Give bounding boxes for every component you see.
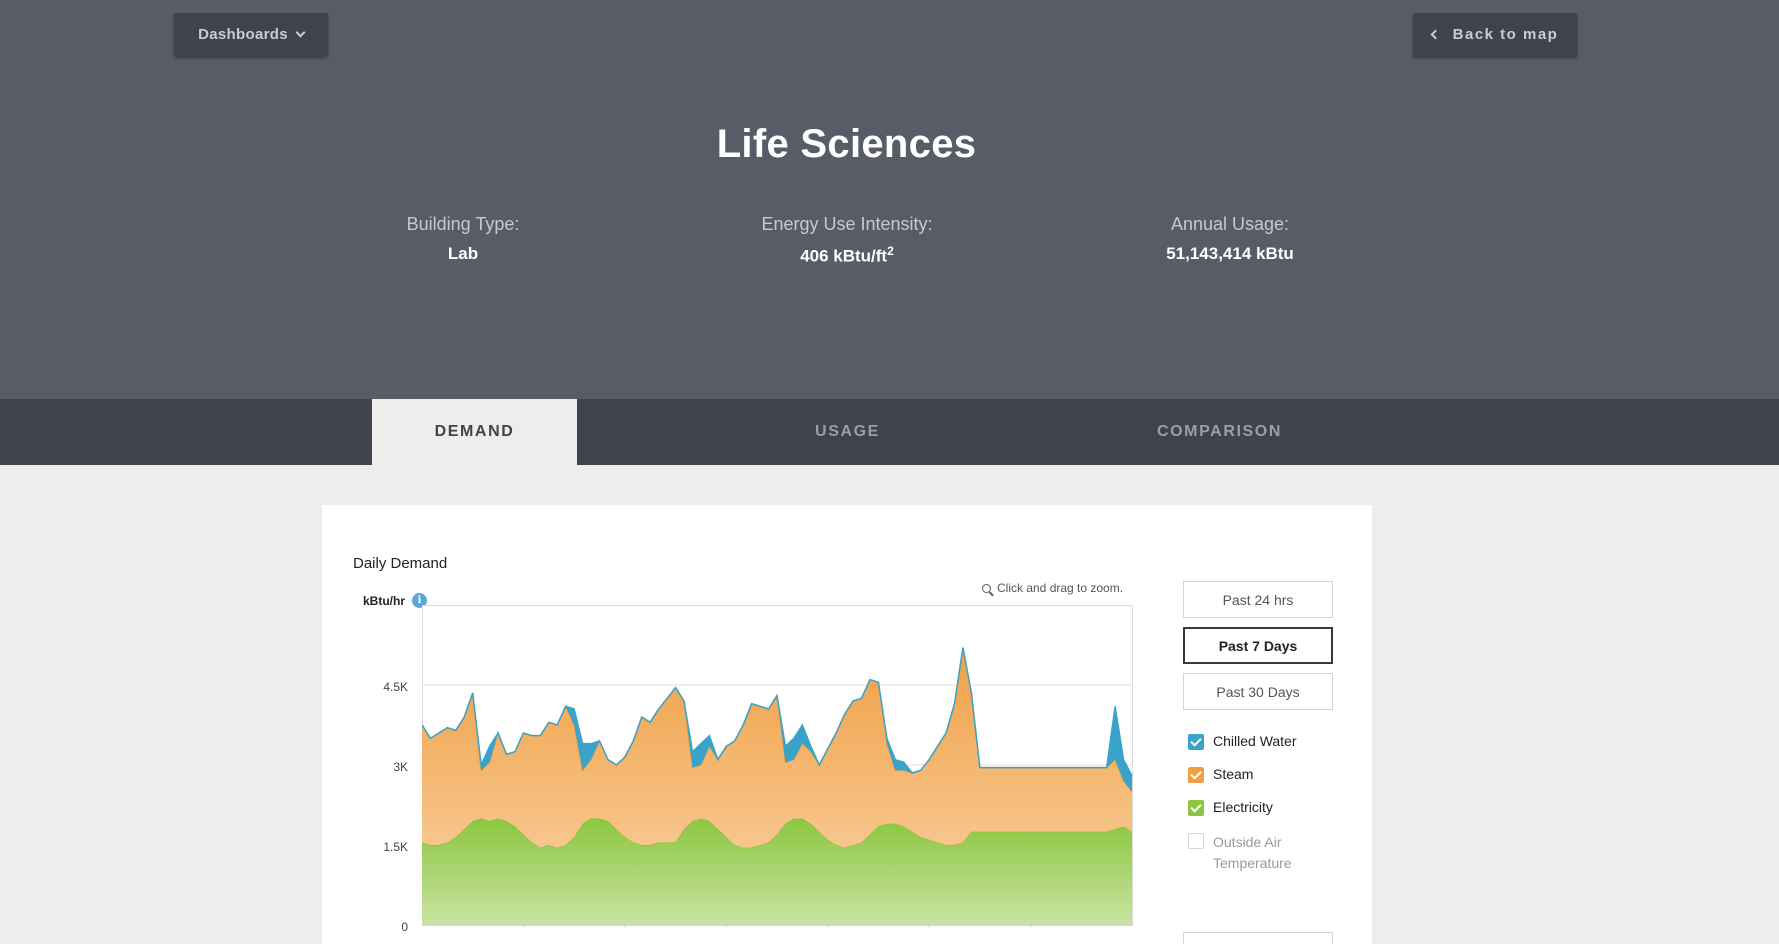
stat-annual-usage: Annual Usage: 51,143,414 kBtu	[1080, 214, 1380, 264]
back-to-map-button[interactable]: Back to map	[1413, 13, 1577, 56]
chevron-left-icon	[1430, 29, 1441, 40]
y-tick-label: 3K	[393, 760, 408, 774]
y-tick-label: 0	[401, 920, 408, 934]
range-past-30-days-button[interactable]: Past 30 Days	[1183, 673, 1333, 710]
building-title: Life Sciences	[716, 122, 977, 166]
stat-value: Lab	[447, 244, 479, 263]
range-past-7-days-button[interactable]: Past 7 Days	[1183, 627, 1333, 664]
legend-chilled-water[interactable]: Chilled Water	[1188, 733, 1297, 750]
outside-air-temperature-checkbox[interactable]	[1188, 833, 1204, 849]
legend-label: Electricity	[1213, 799, 1273, 815]
legend-label: Steam	[1213, 766, 1254, 782]
demand-card: Daily Demand Click and drag to zoom. kBt…	[322, 505, 1372, 944]
electricity-checkbox[interactable]	[1188, 800, 1204, 816]
zoom-icon	[982, 584, 991, 593]
chart-option-box[interactable]	[1183, 932, 1333, 944]
stat-value: 406 kBtu/ft2	[697, 244, 997, 267]
tab-usage[interactable]: USAGE	[745, 399, 950, 465]
dashboards-label: Dashboards	[198, 26, 288, 43]
stat-value: 51,143,414 kBtu	[1166, 244, 1294, 263]
stat-energy-use-intensity: Energy Use Intensity: 406 kBtu/ft2	[697, 214, 997, 267]
legend-label: Chilled Water	[1213, 733, 1297, 749]
chart-title: Daily Demand	[353, 555, 448, 572]
demand-chart[interactable]	[422, 605, 1133, 927]
steam-checkbox[interactable]	[1188, 767, 1204, 783]
y-tick-label: 1.5K	[383, 840, 408, 854]
legend-outside-air-temperature[interactable]: Outside Air Temperature	[1188, 832, 1338, 874]
dashboards-dropdown-button[interactable]: Dashboards	[174, 13, 328, 56]
stat-label: Building Type:	[406, 214, 520, 234]
y-tick-label: 4.5K	[383, 680, 408, 694]
zoom-hint: Click and drag to zoom.	[982, 581, 1123, 595]
legend-electricity[interactable]: Electricity	[1188, 799, 1273, 816]
back-to-map-label: Back to map	[1452, 26, 1559, 43]
stat-building-type: Building Type: Lab	[313, 214, 613, 264]
eui-value: 406 kBtu/ft	[800, 246, 888, 266]
tab-bar: DEMAND USAGE COMPARISON	[0, 399, 1779, 465]
tab-demand[interactable]: DEMAND	[372, 399, 577, 465]
eui-superscript: 2	[887, 244, 894, 258]
stat-label: Energy Use Intensity:	[761, 214, 933, 234]
stat-label: Annual Usage:	[1170, 214, 1290, 234]
zoom-hint-text: Click and drag to zoom.	[997, 581, 1124, 595]
y-axis-unit: kBtu/hr	[363, 594, 405, 608]
chilled-water-checkbox[interactable]	[1188, 734, 1204, 750]
tab-comparison[interactable]: COMPARISON	[1117, 399, 1322, 465]
chevron-down-icon	[295, 27, 306, 38]
range-past-24-hrs-button[interactable]: Past 24 hrs	[1183, 581, 1333, 618]
building-header: Dashboards Back to map Life Sciences Bui…	[0, 0, 1779, 399]
legend-steam[interactable]: Steam	[1188, 766, 1253, 783]
legend-label: Outside Air Temperature	[1213, 834, 1292, 871]
